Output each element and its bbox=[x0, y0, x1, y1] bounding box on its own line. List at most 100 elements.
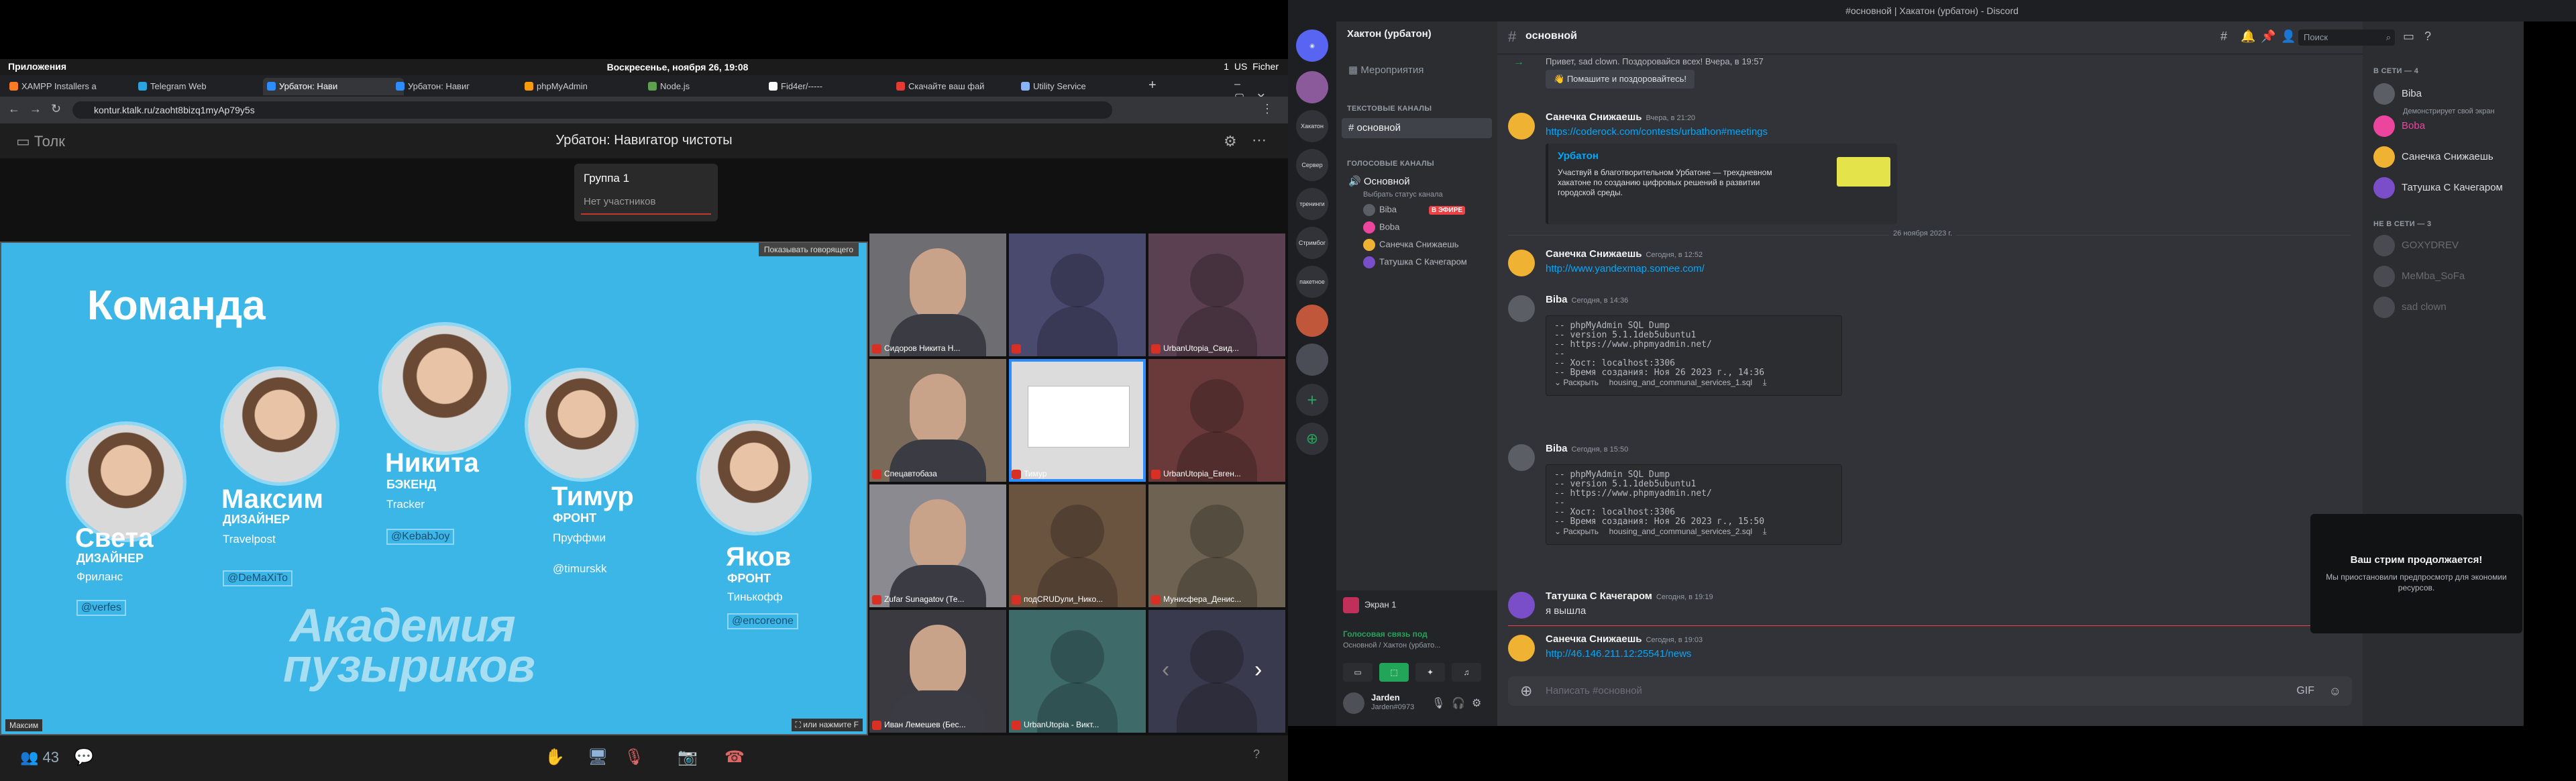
video-tile[interactable]: Сидоров Никита Н... bbox=[869, 233, 1006, 356]
browser-tab[interactable]: phpMyAdmin bbox=[521, 78, 661, 95]
message-author[interactable]: Санечка Снижаешь bbox=[1546, 633, 1642, 645]
add-server-icon[interactable]: + bbox=[1296, 384, 1328, 416]
voice-user[interactable]: Санечка Снижаешь bbox=[1363, 239, 1459, 251]
voice-category[interactable]: ГОЛОСОВЫЕ КАНАЛЫ bbox=[1347, 160, 1434, 168]
member-item[interactable]: sad clown bbox=[2373, 297, 2447, 318]
hang-up-icon[interactable]: ☎ bbox=[724, 747, 745, 767]
video-tile[interactable]: UrbanUtopia_Евген... bbox=[1148, 359, 1285, 482]
system-tray[interactable]: 1 US Ficher bbox=[1224, 61, 1279, 72]
voice-connected-status[interactable]: Голосовая связь под bbox=[1343, 629, 1428, 639]
notifications-bell-icon[interactable]: 🔔 bbox=[2241, 30, 2255, 44]
browser-tab[interactable]: Utility Service bbox=[1017, 78, 1158, 95]
browser-tab[interactable]: Урбатон: Нави bbox=[263, 78, 404, 95]
attach-plus-icon[interactable]: ⊕ bbox=[1520, 676, 1532, 706]
help-icon[interactable]: ? bbox=[1253, 747, 1260, 762]
file-name[interactable]: housing_and_communal_services_2.sql bbox=[1609, 527, 1752, 536]
server-icon[interactable] bbox=[1296, 344, 1328, 376]
channel-main[interactable]: # основной bbox=[1342, 118, 1492, 138]
server-icon[interactable]: Сервер bbox=[1296, 149, 1328, 181]
threads-icon[interactable]: # bbox=[2220, 30, 2227, 44]
message-author[interactable]: Biba bbox=[1546, 443, 1568, 454]
participants-button[interactable]: 👥 43 bbox=[20, 749, 59, 766]
message-input[interactable]: ⊕ Написать #основной GIF ☺ bbox=[1508, 676, 2352, 706]
screen-share-icon[interactable]: 🖥 bbox=[588, 747, 608, 767]
message-author[interactable]: Санечка Снижаешь bbox=[1546, 111, 1642, 123]
member-item[interactable]: MeMba_SoFa bbox=[2373, 266, 2465, 287]
members-icon[interactable]: 👤 bbox=[2281, 30, 2296, 44]
video-tile[interactable] bbox=[1009, 233, 1146, 356]
expand-button[interactable]: ⌄ Раскрыть bbox=[1554, 527, 1599, 536]
camera-button[interactable]: ▭ bbox=[1343, 663, 1373, 682]
settings-gear-icon[interactable]: ⚙ bbox=[1224, 133, 1237, 150]
voice-location[interactable]: Основной / Хактон (урбато... bbox=[1343, 641, 1440, 649]
headphones-icon[interactable]: 🎧 bbox=[1452, 696, 1465, 710]
download-icon[interactable]: ⤓ bbox=[1763, 527, 1767, 537]
voice-channel[interactable]: 🔊 Основной bbox=[1342, 172, 1492, 192]
server-name[interactable]: Хактон (урбатон) bbox=[1347, 28, 1432, 40]
user-settings-gear-icon[interactable]: ⚙ bbox=[1472, 696, 1481, 710]
server-icon[interactable]: Стримбог bbox=[1296, 227, 1328, 259]
inbox-icon[interactable]: ▭ bbox=[2403, 30, 2414, 44]
server-icon[interactable] bbox=[1296, 305, 1328, 337]
message-author[interactable]: Татушка С Качегаром bbox=[1546, 590, 1652, 602]
soundboard-button[interactable]: ♫ bbox=[1452, 663, 1481, 682]
browser-tab[interactable]: Урбатон: Навиг bbox=[392, 78, 533, 95]
help-icon[interactable]: ? bbox=[2424, 30, 2431, 44]
system-clock[interactable]: Воскресенье, ноября 26, 19:08 bbox=[577, 62, 778, 72]
member-item[interactable]: Biba Демонстрирует свой экран bbox=[2373, 83, 2495, 116]
message-author[interactable]: Biba bbox=[1546, 294, 1568, 305]
gif-icon[interactable]: GIF bbox=[2296, 676, 2314, 706]
forward-icon[interactable]: → bbox=[30, 102, 42, 116]
message-link[interactable]: http://www.yandexmap.somee.com/ bbox=[1546, 263, 1705, 274]
member-item[interactable]: Boba bbox=[2373, 115, 2425, 137]
fullscreen-hint[interactable]: ⛶ или нажмите F bbox=[791, 719, 863, 731]
back-icon[interactable]: ← bbox=[8, 102, 20, 116]
text-category[interactable]: ТЕКСТОВЫЕ КАНАЛЫ bbox=[1347, 105, 1432, 113]
embed-title[interactable]: Урбатон bbox=[1558, 150, 1599, 162]
member-item[interactable]: GOXYDREV bbox=[2373, 235, 2459, 256]
new-tab-button[interactable]: + bbox=[1148, 78, 1157, 93]
mic-muted-icon[interactable]: 🎙 bbox=[624, 747, 644, 767]
emoji-icon[interactable]: ☺ bbox=[2329, 676, 2341, 706]
more-options-icon[interactable]: ⋯ bbox=[1252, 132, 1267, 149]
server-icon[interactable]: Хакатон bbox=[1296, 110, 1328, 142]
browser-tab[interactable]: XAMPP Installers a bbox=[5, 78, 146, 95]
browser-tab[interactable]: Node.js bbox=[644, 78, 785, 95]
expand-button[interactable]: ⌄ Раскрыть bbox=[1554, 378, 1599, 387]
pinned-icon[interactable]: 📌 bbox=[2261, 30, 2275, 44]
browser-menu-icon[interactable]: ⋮ bbox=[1261, 102, 1273, 116]
mic-icon[interactable]: 🎙 bbox=[1432, 696, 1445, 710]
message-link[interactable]: http://46.146.211.12:25541/news bbox=[1546, 648, 1691, 660]
video-tile[interactable]: Спецавтобаза bbox=[869, 359, 1006, 482]
address-bar[interactable]: kontur.ktalk.ru/zaoht8bizq1myAp79y5s bbox=[72, 101, 1112, 119]
member-item[interactable]: Санечка Снижаешь bbox=[2373, 146, 2493, 168]
server-icon[interactable] bbox=[1296, 71, 1328, 103]
video-tile[interactable]: UrbanUtopia_Свид... bbox=[1148, 233, 1285, 356]
home-icon[interactable]: ◉ bbox=[1296, 30, 1328, 62]
video-tile[interactable]: Мунисфера_Денис... bbox=[1148, 484, 1285, 607]
stream-preview-toast[interactable]: Ваш стрим продолжается! Мы приостановили… bbox=[2310, 514, 2522, 633]
message-author[interactable]: Санечка Снижаешь bbox=[1546, 248, 1642, 260]
activity-button[interactable]: ✦ bbox=[1415, 663, 1445, 682]
events-link[interactable]: ▦ Мероприятия bbox=[1342, 60, 1492, 81]
browser-tab[interactable]: Скачайте ваш фай bbox=[892, 78, 1033, 95]
share-screen-button[interactable]: ⬚ bbox=[1379, 663, 1409, 682]
browser-tab[interactable]: Telegram Web bbox=[134, 78, 275, 95]
apps-menu[interactable]: Приложения bbox=[8, 61, 66, 72]
raise-hand-icon[interactable]: ✋ bbox=[545, 747, 565, 767]
explore-icon[interactable]: ⊕ bbox=[1296, 423, 1328, 455]
current-user[interactable]: Jarden Jarden#0973 bbox=[1343, 692, 1414, 714]
video-tile[interactable]: UrbanUtopia - Викт... bbox=[1009, 610, 1146, 733]
voice-status-hint[interactable]: Выбрать статус канала bbox=[1363, 191, 1443, 199]
wave-button[interactable]: 👋 Помашите и поздоровайтесь! bbox=[1546, 70, 1695, 89]
server-icon[interactable]: тренинги bbox=[1296, 188, 1328, 220]
search-input[interactable]: Поиск ⌕ bbox=[2298, 30, 2395, 46]
video-tile[interactable]: подCRUDули_Нико... bbox=[1009, 484, 1146, 607]
chat-icon[interactable]: 💬 bbox=[74, 747, 94, 767]
breakout-group-card[interactable]: Группа 1 Нет участников bbox=[574, 164, 718, 221]
camera-off-icon[interactable]: 📷 bbox=[678, 747, 698, 767]
browser-tab[interactable]: Fid4er/----- bbox=[765, 78, 906, 95]
talk-logo[interactable]: ▭ Толк bbox=[16, 133, 65, 150]
prev-page-chevron-icon[interactable]: ‹ bbox=[1162, 657, 1169, 683]
screen-share-preview[interactable]: Экран 1 bbox=[1343, 597, 1397, 613]
